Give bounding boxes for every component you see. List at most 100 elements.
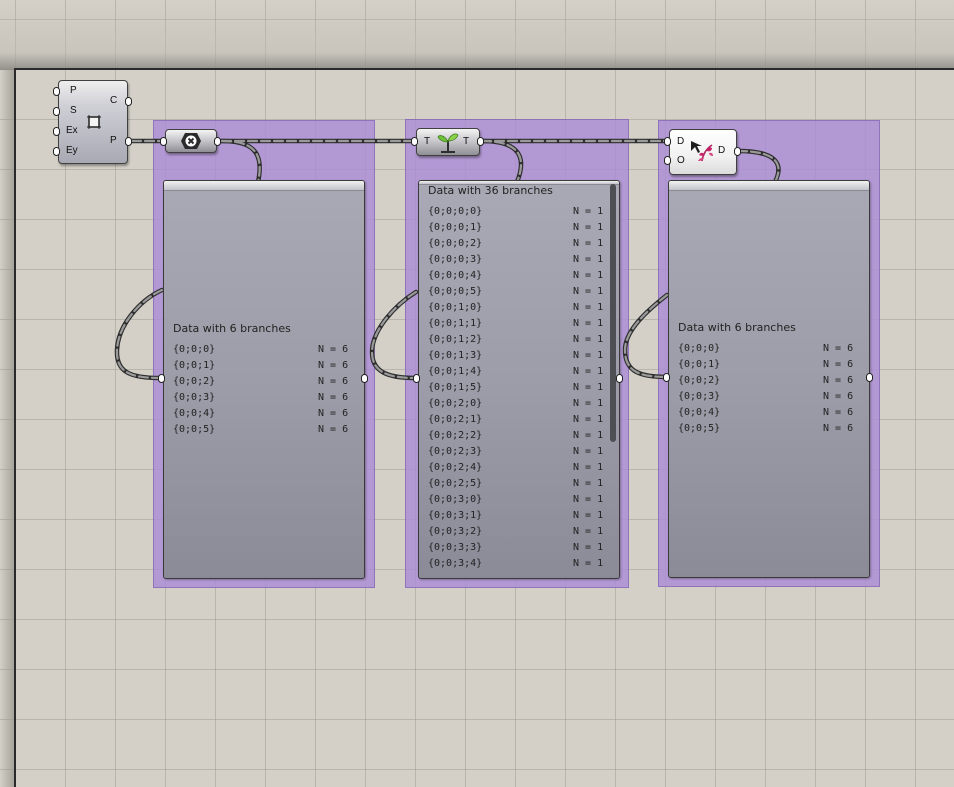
panel-right-header[interactable] bbox=[669, 181, 869, 191]
panel-row: {0;0;0} N = 6 bbox=[173, 342, 348, 358]
branch-path: {0;0;5} bbox=[173, 424, 216, 435]
branch-path: {0;0;0;1} bbox=[428, 222, 483, 233]
plane-input-ey-grip[interactable] bbox=[53, 147, 60, 156]
branch-path: {0;0;0;2} bbox=[428, 238, 483, 249]
canvas-edge-left bbox=[14, 68, 16, 787]
branch-path: {0;0;2;2} bbox=[428, 430, 483, 441]
panel-row: {0;0;0;3} N = 1 bbox=[428, 252, 603, 268]
prune-output-grip[interactable] bbox=[734, 147, 741, 156]
branch-path: {0;0;3;2} bbox=[428, 526, 483, 537]
explode-tree-output-grip[interactable] bbox=[214, 137, 221, 146]
panel-row: {0;0;0} N = 6 bbox=[678, 341, 853, 357]
panel-middle-output-grip[interactable] bbox=[616, 374, 623, 383]
branch-count: N = 1 bbox=[573, 558, 604, 569]
plane-input-s[interactable]: S bbox=[70, 105, 77, 116]
branch-count: N = 1 bbox=[573, 286, 604, 297]
branch-path: {0;0;0;5} bbox=[428, 286, 483, 297]
panel-row: {0;0;2;0} N = 1 bbox=[428, 396, 603, 412]
branch-count: N = 1 bbox=[573, 414, 604, 425]
panel-row: {0;0;0;5} N = 1 bbox=[428, 284, 603, 300]
prune-output-d[interactable]: D bbox=[718, 145, 725, 156]
canvas-edge-top bbox=[14, 68, 954, 70]
prune-input-d[interactable]: D bbox=[677, 136, 684, 147]
plane-output-p[interactable]: P bbox=[110, 135, 117, 146]
prune-input-o[interactable]: O bbox=[677, 155, 685, 166]
branch-count: N = 1 bbox=[573, 270, 604, 281]
branch-path: {0;0;3;4} bbox=[428, 558, 483, 569]
branch-path: {0;0;3} bbox=[678, 391, 721, 402]
panel-middle-input-grip[interactable] bbox=[413, 374, 420, 383]
branch-count: N = 1 bbox=[573, 510, 604, 521]
plane-output-p-grip[interactable] bbox=[125, 137, 132, 146]
branch-path: {0;0;4} bbox=[678, 407, 721, 418]
panel-row: {0;0;3;2} N = 1 bbox=[428, 524, 603, 540]
branch-path: {0;0;0;4} bbox=[428, 270, 483, 281]
branch-path: {0;0;3;1} bbox=[428, 510, 483, 521]
plane-output-c-grip[interactable] bbox=[125, 97, 132, 106]
panel-middle-title: Data with 36 branches bbox=[428, 184, 553, 197]
tree-output-t[interactable]: T bbox=[463, 136, 469, 147]
panel-middle[interactable]: Data with 36 branches {0;0;0;0} N = 1 {0;0… bbox=[418, 180, 620, 579]
tree-component[interactable]: T T bbox=[416, 128, 480, 156]
panel-row: {0;0;3;1} N = 1 bbox=[428, 508, 603, 524]
panel-row: {0;0;5} N = 6 bbox=[173, 422, 348, 438]
plane-input-ex[interactable]: Ex bbox=[66, 125, 78, 136]
panel-row: {0;0;1;3} N = 1 bbox=[428, 348, 603, 364]
panel-row: {0;0;4} N = 6 bbox=[678, 405, 853, 421]
explode-tree-component[interactable] bbox=[165, 129, 217, 153]
plane-surface-component[interactable]: P S Ex Ey C P bbox=[58, 80, 128, 164]
branch-count: N = 1 bbox=[573, 350, 604, 361]
panel-left[interactable]: Data with 6 branches {0;0;0} N = 6 {0;0;1}… bbox=[163, 180, 365, 579]
panel-row: {0;0;2;4} N = 1 bbox=[428, 460, 603, 476]
canvas-left-shadow bbox=[0, 70, 15, 787]
plane-input-p[interactable]: P bbox=[70, 85, 77, 96]
tree-output-grip[interactable] bbox=[477, 137, 484, 146]
branch-path: {0;0;1;2} bbox=[428, 334, 483, 345]
panel-row: {0;0;5} N = 6 bbox=[678, 421, 853, 437]
branch-count: N = 1 bbox=[573, 206, 604, 217]
branch-path: {0;0;0} bbox=[678, 343, 721, 354]
plane-input-ex-grip[interactable] bbox=[53, 127, 60, 136]
prune-tree-component[interactable]: D O D bbox=[669, 129, 737, 175]
branch-count: N = 6 bbox=[318, 344, 349, 355]
panel-row: {0;0;3} N = 6 bbox=[173, 390, 348, 406]
tree-input-t[interactable]: T bbox=[424, 136, 430, 147]
panel-left-output-grip[interactable] bbox=[361, 374, 368, 383]
branch-count: N = 1 bbox=[573, 542, 604, 553]
branch-path: {0;0;3;3} bbox=[428, 542, 483, 553]
plane-input-p-grip[interactable] bbox=[53, 87, 60, 96]
branch-path: {0;0;2;1} bbox=[428, 414, 483, 425]
branch-count: N = 6 bbox=[823, 391, 854, 402]
panel-row: {0;0;3;0} N = 1 bbox=[428, 492, 603, 508]
panel-row: {0;0;1} N = 6 bbox=[173, 358, 348, 374]
tree-input-grip[interactable] bbox=[411, 137, 418, 146]
prune-input-o-grip[interactable] bbox=[664, 156, 671, 165]
plane-input-s-grip[interactable] bbox=[53, 107, 60, 116]
tree-prune-icon bbox=[691, 141, 713, 162]
panel-row: {0;0;0;2} N = 1 bbox=[428, 236, 603, 252]
branch-path: {0;0;0;3} bbox=[428, 254, 483, 265]
sprout-tree-icon bbox=[437, 133, 459, 153]
panel-right-output-grip[interactable] bbox=[866, 373, 873, 382]
branch-path: {0;0;1;1} bbox=[428, 318, 483, 329]
panel-left-input-grip[interactable] bbox=[158, 374, 165, 383]
branch-count: N = 6 bbox=[318, 392, 349, 403]
canvas-top-shadow bbox=[0, 0, 954, 70]
branch-count: N = 6 bbox=[823, 423, 854, 434]
panel-row: {0;0;2;5} N = 1 bbox=[428, 476, 603, 492]
branch-path: {0;0;2} bbox=[678, 375, 721, 386]
panel-right-title: Data with 6 branches bbox=[678, 321, 796, 334]
panel-middle-scrollbar[interactable] bbox=[610, 184, 616, 442]
plane-input-ey[interactable]: Ey bbox=[66, 145, 78, 156]
panel-row: {0;0;1;0} N = 1 bbox=[428, 300, 603, 316]
prune-input-d-grip[interactable] bbox=[664, 137, 671, 146]
panel-row: {0;0;4} N = 6 bbox=[173, 406, 348, 422]
panel-row: {0;0;2;2} N = 1 bbox=[428, 428, 603, 444]
branch-path: {0;0;1} bbox=[173, 360, 216, 371]
panel-left-header[interactable] bbox=[164, 181, 364, 191]
panel-right-input-grip[interactable] bbox=[663, 373, 670, 382]
panel-right[interactable]: Data with 6 branches {0;0;0} N = 6 {0;0;1}… bbox=[668, 180, 870, 578]
plane-output-c[interactable]: C bbox=[110, 95, 117, 106]
explode-tree-input-grip[interactable] bbox=[160, 137, 167, 146]
branch-count: N = 6 bbox=[318, 408, 349, 419]
